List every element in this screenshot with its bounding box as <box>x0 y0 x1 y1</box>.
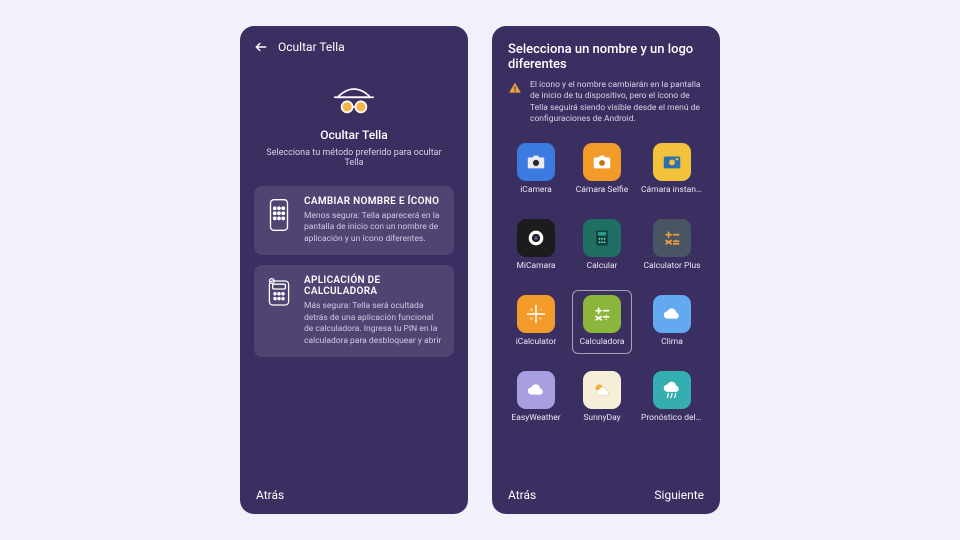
footer: Atrás <box>240 476 468 514</box>
app-option-icalculator[interactable]: +−× ÷ iCalculator <box>506 290 566 354</box>
app-label: Calculadora <box>579 337 624 347</box>
calc-ops-icon <box>583 295 621 333</box>
warning-icon <box>508 80 522 126</box>
footer: Atrás Siguiente <box>492 476 720 514</box>
camera-icon <box>653 143 691 181</box>
calc-grid-icon: +−× ÷ <box>517 295 555 333</box>
app-label: EasyWeather <box>511 413 560 423</box>
app-label: Calcular <box>587 261 618 271</box>
app-option-camara-instantanea[interactable]: Cámara instantánea <box>638 138 706 202</box>
phone-select-icon: Selecciona un nombre y un logo diferente… <box>492 26 720 514</box>
app-option-clima[interactable]: Clima <box>638 290 706 354</box>
calc-ops-icon <box>653 219 691 257</box>
calculator-icon <box>583 219 621 257</box>
incognito-icon <box>332 80 376 120</box>
app-option-calcular[interactable]: Calcular <box>572 214 632 278</box>
camera-icon <box>517 143 555 181</box>
back-button[interactable]: Atrás <box>508 488 536 502</box>
svg-text:÷: ÷ <box>539 316 542 322</box>
hero: Ocultar Tella Selecciona tu método prefe… <box>240 62 468 176</box>
method-cards: CAMBIAR NOMBRE E ÍCONO Menos segura: Tel… <box>240 176 468 367</box>
app-option-calculadora[interactable]: Calculadora <box>572 290 632 354</box>
camera-lens-icon <box>517 219 555 257</box>
app-label: Clima <box>661 337 683 347</box>
phone-grid-icon <box>264 196 294 245</box>
svg-text:×: × <box>530 316 533 322</box>
app-option-easyweather[interactable]: EasyWeather <box>506 366 566 430</box>
hero-subtitle: Selecciona tu método preferido para ocul… <box>258 148 450 168</box>
cloud-icon <box>517 371 555 409</box>
svg-text:−: − <box>539 308 542 314</box>
sun-cloud-icon <box>583 371 621 409</box>
camera-icon <box>583 143 621 181</box>
app-label: Cámara instantánea <box>641 185 703 195</box>
app-label: MiCamara <box>516 261 555 271</box>
app-label: Pronóstico del tiempo <box>641 413 703 423</box>
app-option-pronostico[interactable]: Pronóstico del tiempo <box>638 366 706 430</box>
app-label: Calculator Plus <box>643 261 700 271</box>
warning-text: El ícono y el nombre cambiarán en la pan… <box>530 80 704 126</box>
app-label: iCalculator <box>516 337 557 347</box>
phone-hide-method: Ocultar Tella Ocultar Tella Selecciona t… <box>240 26 468 514</box>
app-icon-grid: iCamera Cámara Selfie Cámara instantánea… <box>492 136 720 430</box>
header-title: Ocultar Tella <box>278 40 345 54</box>
next-button[interactable]: Siguiente <box>654 488 704 502</box>
cloud-icon <box>653 295 691 333</box>
back-button[interactable]: Atrás <box>256 488 284 502</box>
warning-banner: El ícono y el nombre cambiarán en la pan… <box>492 80 720 136</box>
header: Ocultar Tella <box>240 26 468 62</box>
card-change-name-icon[interactable]: CAMBIAR NOMBRE E ÍCONO Menos segura: Tel… <box>254 186 454 255</box>
app-option-calculator-plus[interactable]: Calculator Plus <box>638 214 706 278</box>
app-label: Cámara Selfie <box>576 185 629 195</box>
app-option-sunnyday[interactable]: SunnyDay <box>572 366 632 430</box>
app-option-micamara[interactable]: MiCamara <box>506 214 566 278</box>
card-title: APLICACIÓN DE CALCULADORA <box>304 275 444 297</box>
calculator-outline-icon <box>264 275 294 347</box>
app-label: iCamera <box>520 185 552 195</box>
svg-text:+: + <box>530 308 533 314</box>
back-arrow-icon[interactable] <box>254 40 268 54</box>
card-desc: Más segura: Tella será ocultada detrás d… <box>304 301 444 347</box>
app-option-icamera[interactable]: iCamera <box>506 138 566 202</box>
page-title: Selecciona un nombre y un logo diferente… <box>492 26 720 80</box>
card-desc: Menos segura: Tella aparecerá en la pant… <box>304 211 444 245</box>
app-option-camara-selfie[interactable]: Cámara Selfie <box>572 138 632 202</box>
cloud-rain-icon <box>653 371 691 409</box>
card-calculator-app[interactable]: APLICACIÓN DE CALCULADORA Más segura: Te… <box>254 265 454 357</box>
hero-title: Ocultar Tella <box>320 128 387 142</box>
card-title: CAMBIAR NOMBRE E ÍCONO <box>304 196 444 207</box>
app-label: SunnyDay <box>583 413 620 423</box>
